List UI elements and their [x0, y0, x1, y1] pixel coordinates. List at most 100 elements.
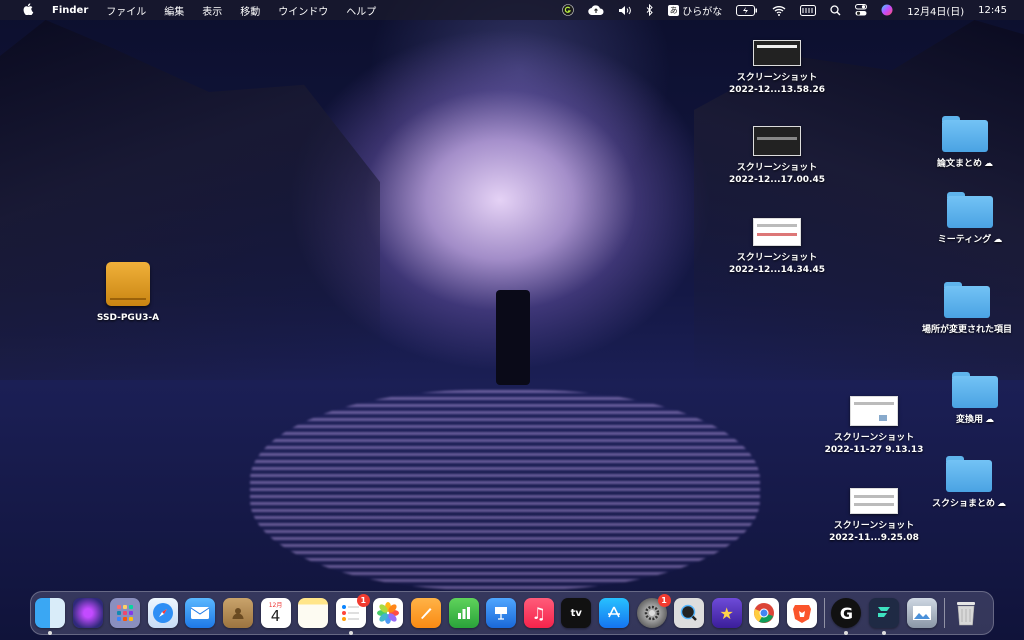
desktop-screenshot-2[interactable]: スクリーンショット 2022-12...17.00.45: [722, 126, 832, 186]
item-label-row: 論文まとめ ☁: [915, 158, 1015, 170]
desktop-folder-meeting[interactable]: ミーティング ☁: [920, 192, 1020, 246]
folder-icon: [946, 456, 992, 492]
item-label: 論文まとめ: [936, 159, 982, 169]
brave-browser-icon[interactable]: [786, 598, 817, 628]
item-label: 変換用: [955, 415, 983, 425]
notes-icon[interactable]: [298, 598, 329, 628]
folder-icon: [952, 372, 998, 408]
folder-icon: [942, 116, 988, 152]
photos-icon[interactable]: [373, 598, 404, 628]
bluetooth-icon[interactable]: [639, 4, 661, 16]
control-center-icon[interactable]: [848, 4, 874, 16]
running-indicator: [348, 631, 353, 635]
reminders-icon[interactable]: 1: [335, 594, 370, 635]
screenshot-thumbnail: [753, 40, 801, 66]
keyboard-brightness-icon[interactable]: [793, 4, 823, 16]
trash-icon[interactable]: [951, 598, 981, 628]
system-settings-badge: 1: [657, 594, 671, 607]
desktop-screenshot-1[interactable]: スクリーンショット 2022-12...13.58.26: [722, 40, 832, 96]
input-method-label: ひらがな: [682, 6, 723, 18]
dock-separator: [824, 598, 826, 628]
music-note-glyph: ♫: [531, 603, 546, 623]
icloud-download-icon: ☁: [993, 235, 1003, 245]
folder-icon: [944, 282, 990, 318]
item-label-row: ミーティング ☁: [920, 234, 1020, 246]
desktop-folder-relocated-items[interactable]: 場所が変更された項目: [911, 282, 1023, 336]
siri-app-icon[interactable]: [72, 598, 103, 628]
contacts-icon[interactable]: [222, 598, 253, 628]
app-store-icon[interactable]: [598, 598, 629, 628]
logi-status-icon[interactable]: [555, 4, 581, 16]
item-label: ミーティング: [937, 235, 992, 245]
menu-go[interactable]: 移動: [231, 3, 269, 18]
mail-icon[interactable]: [185, 598, 216, 628]
menu-edit[interactable]: 編集: [155, 3, 193, 18]
item-sublabel: 2022-12...14.34.45: [729, 265, 825, 275]
keynote-icon[interactable]: [486, 598, 517, 628]
menu-app-name[interactable]: Finder: [43, 5, 97, 16]
desktop-screenshot-5[interactable]: スクリーンショット 2022-11...9.25.08: [818, 488, 930, 544]
quicktime-icon[interactable]: [674, 598, 705, 628]
pages-icon[interactable]: [410, 598, 441, 628]
item-label: スクリーンショット: [736, 73, 818, 83]
menubar-time[interactable]: 12:45: [971, 5, 1014, 16]
screenshot-thumbnail: [850, 488, 898, 514]
chrome-icon[interactable]: [749, 598, 780, 628]
screenshot-thumbnail: [753, 218, 801, 246]
screenshot-thumbnail: [753, 126, 801, 156]
menubar-date[interactable]: 12月4日(日): [900, 3, 971, 18]
desktop-external-drive[interactable]: SSD-PGU3-A: [84, 262, 172, 324]
item-sublabel: 2022-12...17.00.45: [729, 175, 825, 185]
item-sublabel: 2022-11-27 9.13.13: [824, 445, 924, 455]
calendar-month: 12月: [268, 602, 283, 609]
wallpaper-water-reflection: [250, 390, 760, 590]
system-settings-icon[interactable]: 1: [636, 594, 671, 628]
item-label: スクリーンショット: [833, 433, 915, 443]
apple-menu-icon[interactable]: [14, 2, 43, 18]
running-indicator: [882, 631, 887, 635]
item-label: スクリーンショット: [833, 521, 915, 531]
volume-icon[interactable]: [611, 5, 639, 16]
item-label-row: スクショまとめ ☁: [915, 498, 1023, 510]
battery-icon[interactable]: [729, 4, 765, 16]
calendar-icon[interactable]: 12月 4: [260, 598, 291, 628]
screenshot-thumbnail: [850, 396, 898, 426]
menu-bar: Finder ファイル 編集 表示 移動 ウインドウ ヘルプ あ ひらがな 12…: [0, 0, 1024, 20]
desktop-folder-conversion[interactable]: 変換用 ☁: [925, 372, 1024, 426]
menu-file[interactable]: ファイル: [97, 3, 155, 18]
safari-icon[interactable]: [147, 598, 178, 628]
music-icon[interactable]: ♫: [523, 598, 554, 628]
desktop-screenshot-3[interactable]: スクリーンショット 2022-12...14.34.45: [722, 218, 832, 276]
finder-icon[interactable]: [35, 598, 65, 635]
spotlight-search-icon[interactable]: [823, 4, 848, 16]
wallpaper-tree-trunk: [496, 290, 530, 385]
dock-separator: [944, 598, 946, 628]
star-glyph: ★: [719, 603, 734, 623]
item-label: スクリーンショット: [736, 253, 818, 263]
cloud-upload-icon[interactable]: [581, 4, 611, 16]
siri-icon[interactable]: [874, 4, 900, 16]
item-label: SSD-PGU3-A: [96, 313, 160, 323]
icloud-download-icon: ☁: [985, 415, 994, 425]
logi-options-icon[interactable]: G: [831, 598, 862, 635]
item-label: 場所が変更された項目: [921, 325, 1012, 335]
input-method-icon: あ: [668, 4, 680, 16]
menu-window[interactable]: ウインドウ: [269, 3, 337, 18]
input-method-menu[interactable]: あ ひらがな: [661, 3, 729, 18]
preview-icon[interactable]: [906, 598, 937, 628]
item-sublabel: 2022-12...13.58.26: [729, 85, 825, 95]
apple-tv-icon[interactable]: tv: [561, 598, 592, 628]
menu-view[interactable]: 表示: [193, 3, 231, 18]
filmora-icon[interactable]: [869, 598, 900, 635]
desktop-folder-screenshots[interactable]: スクショまとめ ☁: [915, 456, 1023, 510]
desktop-screenshot-4[interactable]: スクリーンショット 2022-11-27 9.13.13: [818, 396, 930, 456]
desktop-folder-papers[interactable]: 論文まとめ ☁: [915, 116, 1015, 170]
numbers-icon[interactable]: [448, 598, 479, 628]
item-label-row: 変換用 ☁: [925, 414, 1024, 426]
menu-help[interactable]: ヘルプ: [337, 3, 385, 18]
imovie-star-icon[interactable]: ★: [711, 598, 742, 628]
launchpad-icon[interactable]: [110, 598, 141, 628]
wifi-icon[interactable]: [765, 5, 793, 16]
g-glyph: G: [839, 603, 854, 623]
calendar-day: 4: [270, 607, 281, 625]
